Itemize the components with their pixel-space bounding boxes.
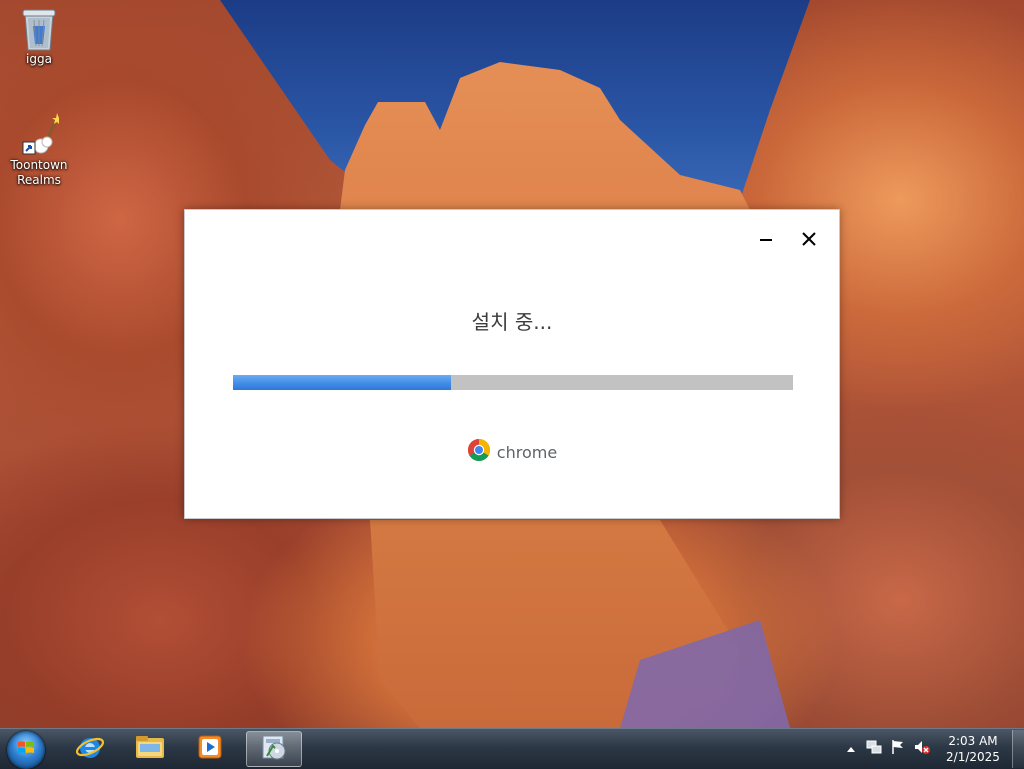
taskbar-chrome-installer[interactable] xyxy=(246,731,302,767)
clock-date: 2/1/2025 xyxy=(946,750,1000,764)
clock-time: 2:03 AM xyxy=(948,734,998,748)
volume-muted-icon xyxy=(914,739,930,759)
close-button[interactable] xyxy=(795,226,823,254)
taskbar-media-player[interactable] xyxy=(182,731,238,767)
taskbar-windows-explorer[interactable] xyxy=(122,731,178,767)
tray-network[interactable] xyxy=(866,739,882,759)
toontown-shortcut-icon xyxy=(19,112,63,156)
internet-explorer-icon xyxy=(75,732,105,766)
tray-action-center[interactable] xyxy=(890,739,906,759)
windows-logo-icon xyxy=(16,738,36,762)
desktop-icon-recycle-bin[interactable]: igga xyxy=(3,6,75,67)
minimize-button[interactable] xyxy=(752,226,780,254)
start-button[interactable] xyxy=(7,731,45,769)
chrome-brand-text: chrome xyxy=(496,442,558,462)
recycle-bin-icon xyxy=(19,6,59,51)
close-icon xyxy=(802,231,816,250)
action-center-flag-icon xyxy=(890,739,906,759)
install-status-text: 설치 중... xyxy=(471,310,553,334)
taskbar-internet-explorer[interactable] xyxy=(62,731,118,767)
show-hidden-icons-button[interactable] xyxy=(843,741,859,757)
desktop-icon-label: Toontown Realms xyxy=(10,158,68,187)
taskbar-clock[interactable]: 2:03 AM 2/1/2025 xyxy=(940,733,1006,765)
network-icon xyxy=(866,739,882,759)
media-player-icon xyxy=(196,733,224,765)
chrome-logo-icon xyxy=(467,438,491,466)
install-progress-fill xyxy=(233,375,451,390)
minimize-icon xyxy=(759,231,773,250)
desktop-icon-label: igga xyxy=(26,52,52,66)
chrome-brand: chrome xyxy=(185,438,839,466)
desktop-icon-toontown-realms[interactable]: Toontown Realms xyxy=(3,112,75,188)
windows-explorer-icon xyxy=(134,732,166,766)
installer-task-icon xyxy=(259,732,289,766)
chevron-up-icon xyxy=(846,740,856,759)
show-desktop-button[interactable] xyxy=(1012,730,1024,768)
chrome-installer-window: 설치 중... chrome xyxy=(184,209,840,519)
tray-volume[interactable] xyxy=(914,741,930,757)
taskbar: 2:03 AM 2/1/2025 xyxy=(0,728,1024,769)
install-progress-bar xyxy=(233,375,793,390)
